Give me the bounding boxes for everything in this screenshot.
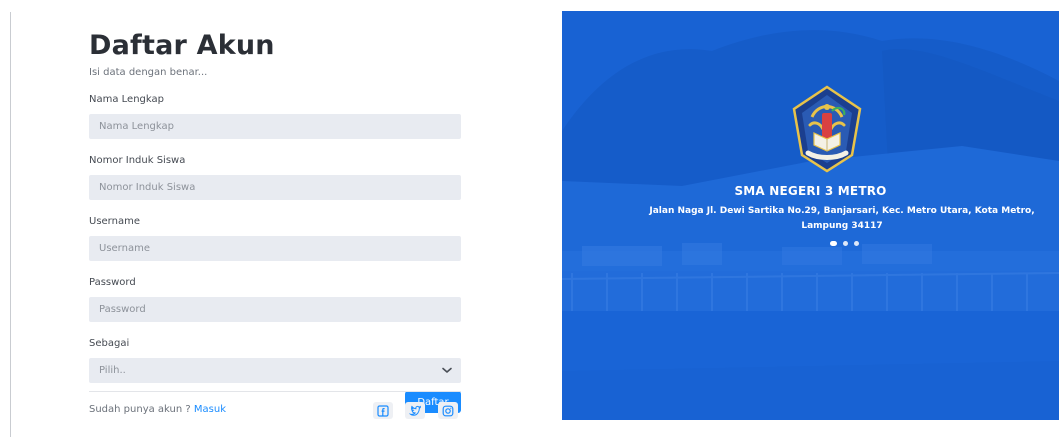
page-left-border bbox=[10, 12, 11, 437]
facebook-button[interactable] bbox=[373, 402, 393, 419]
hero-carousel: SMA NEGERI 3 METRO Jalan Naga Jl. Dewi S… bbox=[562, 11, 1059, 420]
password-label: Password bbox=[89, 277, 136, 288]
username-label: Username bbox=[89, 216, 140, 227]
carousel-indicators bbox=[830, 241, 859, 246]
role-select-value: Pilih.. bbox=[99, 365, 126, 376]
full-name-label: Nama Lengkap bbox=[89, 94, 164, 105]
chevron-down-icon bbox=[442, 367, 452, 373]
instagram-icon bbox=[442, 405, 454, 416]
register-form: Daftar Akun Isi data dengan benar... Nam… bbox=[89, 28, 461, 413]
facebook-icon bbox=[377, 404, 389, 417]
twitter-button[interactable] bbox=[405, 402, 425, 419]
school-crest-logo bbox=[792, 85, 862, 173]
login-prompt-text: Sudah punya akun ? bbox=[89, 404, 191, 415]
instagram-button[interactable] bbox=[438, 402, 458, 419]
school-address: Jalan Naga Jl. Dewi Sartika No.29, Banja… bbox=[649, 206, 1035, 231]
full-name-input[interactable] bbox=[89, 114, 461, 139]
carousel-dot-1[interactable] bbox=[830, 241, 837, 246]
username-input[interactable] bbox=[89, 236, 461, 261]
student-id-input[interactable] bbox=[89, 175, 461, 200]
twitter-icon bbox=[409, 405, 421, 416]
hero-content: SMA NEGERI 3 METRO Jalan Naga Jl. Dewi S… bbox=[562, 11, 1059, 420]
carousel-dot-3[interactable] bbox=[854, 241, 859, 246]
role-select[interactable]: Pilih.. bbox=[89, 358, 461, 383]
student-id-label: Nomor Induk Siswa bbox=[89, 155, 186, 166]
form-subtitle: Isi data dengan benar... bbox=[89, 67, 208, 78]
page-title: Daftar Akun bbox=[89, 30, 275, 61]
footer-divider bbox=[89, 391, 461, 392]
login-prompt: Sudah punya akun ? Masuk bbox=[89, 403, 226, 417]
password-input[interactable] bbox=[89, 297, 461, 322]
login-link[interactable]: Masuk bbox=[194, 404, 226, 415]
carousel-dot-2[interactable] bbox=[843, 241, 848, 246]
school-name: SMA NEGERI 3 METRO bbox=[734, 184, 887, 198]
role-label: Sebagai bbox=[89, 338, 130, 349]
